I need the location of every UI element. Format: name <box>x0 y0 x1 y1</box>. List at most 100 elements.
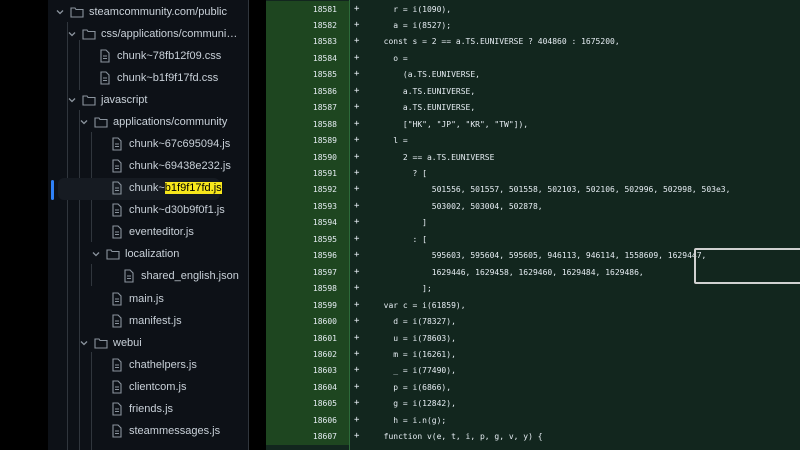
line-number-gutter[interactable]: 18603 <box>266 362 349 379</box>
tree-file-item[interactable]: eventeditor.js <box>48 222 248 244</box>
tree-file-item[interactable]: clientcom.js <box>48 377 248 399</box>
tree-file-item[interactable]: chathelpers.js <box>48 355 248 377</box>
chevron-down-icon[interactable] <box>68 95 76 103</box>
chevron-down-icon[interactable] <box>92 249 100 257</box>
line-number-gutter[interactable]: 18581 <box>266 0 349 17</box>
added-marker: + <box>354 414 360 425</box>
line-number-gutter[interactable]: 18595 <box>266 230 349 248</box>
tree-folder-item[interactable]: css/applications/communi… <box>48 24 248 46</box>
line-number-gutter[interactable]: 18606 <box>266 411 349 429</box>
code-text: 2 == a.TS.EUNIVERSE <box>374 152 495 162</box>
line-number-gutter[interactable]: 18588 <box>266 115 349 133</box>
chevron-down-icon[interactable] <box>80 117 88 125</box>
line-number-gutter[interactable]: 18586 <box>266 82 349 100</box>
diff-line: 18601 + u = i(78603), <box>266 329 800 346</box>
file-icon <box>110 358 124 372</box>
line-number-gutter[interactable]: 18601 <box>266 329 349 346</box>
tree-file-item[interactable]: chunk~b1f9f17fd.js <box>58 178 222 200</box>
added-marker: + <box>354 85 360 96</box>
line-number-gutter[interactable]: 18591 <box>266 165 349 182</box>
line-number: 18601 <box>312 333 337 343</box>
chevron-down-icon[interactable] <box>56 7 64 15</box>
line-number-gutter[interactable]: 18596 <box>266 247 349 264</box>
added-marker: + <box>354 299 360 310</box>
tree-folder-item[interactable]: javascript <box>48 90 248 112</box>
line-number-gutter[interactable]: 18593 <box>266 197 349 215</box>
line-number-gutter[interactable]: 18605 <box>266 395 349 412</box>
tree-file-item[interactable]: chunk~b1f9f17fd.css <box>48 68 248 90</box>
tree-file-item[interactable]: shared_english.json <box>48 266 248 288</box>
chevron-down-icon[interactable] <box>80 338 88 346</box>
diff-line: 18586 + a.TS.EUNIVERSE, <box>266 82 800 100</box>
folder-icon <box>70 5 84 19</box>
added-marker: + <box>354 3 360 14</box>
diff-line: 18581 + r = i(1090), <box>266 0 800 17</box>
line-number-gutter[interactable]: 18594 <box>266 214 349 231</box>
tree-item-label: clientcom.js <box>129 381 187 393</box>
line-number: 18606 <box>312 415 337 425</box>
code-text: m = i(16261), <box>374 349 456 359</box>
line-number: 18596 <box>312 251 337 261</box>
chevron-down-icon[interactable] <box>68 29 76 37</box>
tree-file-item[interactable]: friends.js <box>48 399 248 421</box>
line-number-gutter[interactable]: 18587 <box>266 99 349 116</box>
code-text: 595603, 595604, 595605, 946113, 946114, … <box>374 251 707 261</box>
tree-item-label: friends.js <box>129 403 174 415</box>
line-number: 18603 <box>312 366 337 376</box>
tree-file-item[interactable]: manifest.js <box>48 311 248 333</box>
code-text: const s = 2 == a.TS.EUNIVERSE ? 404860 :… <box>374 37 620 47</box>
highlight-callout-box <box>694 248 800 284</box>
line-number-gutter[interactable]: 18584 <box>266 49 349 67</box>
line-number: 18583 <box>312 37 337 47</box>
file-icon <box>110 314 124 328</box>
line-number-gutter[interactable]: 18592 <box>266 181 349 198</box>
line-number-gutter[interactable]: 18590 <box>266 148 349 166</box>
line-number-gutter[interactable]: 18589 <box>266 132 349 149</box>
line-number-gutter[interactable]: 18607 <box>266 428 349 445</box>
added-marker: + <box>354 217 360 228</box>
tree-folder-item[interactable]: applications/community <box>48 112 248 134</box>
tree-folder-item[interactable]: webui <box>48 333 248 355</box>
diff-view: 18581 + r = i(1090), 18582 + a = i(8527); 18… <box>266 0 800 450</box>
line-number-gutter[interactable]: 18585 <box>266 66 349 83</box>
line-number-gutter[interactable]: 18582 <box>266 16 349 34</box>
line-number-gutter[interactable]: 18599 <box>266 296 349 314</box>
tree-item-label: shared_english.json <box>141 270 239 282</box>
added-marker: + <box>354 19 360 30</box>
line-number-gutter[interactable]: 18598 <box>266 280 349 297</box>
code-text: u = i(78603), <box>374 333 456 343</box>
code-text: 501556, 501557, 501558, 502103, 502106, … <box>374 185 731 195</box>
added-marker: + <box>354 200 360 211</box>
line-number: 18584 <box>312 53 337 63</box>
diff-line: 18592 + 501556, 501557, 501558, 502103, 5… <box>266 181 800 198</box>
line-number-gutter[interactable]: 18583 <box>266 33 349 50</box>
tree-file-item[interactable]: main.js <box>48 289 248 311</box>
tree-file-item[interactable]: chunk~78fb12f09.css <box>48 46 248 68</box>
active-file-marker <box>51 180 54 200</box>
line-number: 18586 <box>312 86 337 96</box>
line-number-gutter[interactable]: 18597 <box>266 263 349 281</box>
line-number: 18593 <box>312 201 337 211</box>
tree-file-item[interactable]: chunk~69438e232.js <box>48 156 248 178</box>
line-number: 18595 <box>312 234 337 244</box>
file-icon <box>110 181 124 195</box>
diff-line: 18585 + (a.TS.EUNIVERSE, <box>266 66 800 83</box>
line-number-gutter[interactable]: 18602 <box>266 345 349 363</box>
tree-folder-item[interactable]: localization <box>48 244 248 266</box>
diff-line: 18591 + ? [ <box>266 165 800 182</box>
tree-file-item[interactable]: steammessages.js <box>48 421 248 443</box>
diff-line: 18582 + a = i(8527); <box>266 16 800 34</box>
added-marker: + <box>354 233 360 244</box>
line-number-gutter[interactable]: 18604 <box>266 378 349 396</box>
tree-folder-item[interactable]: steamcommunity.com/public <box>48 2 248 24</box>
line-number-gutter[interactable]: 18600 <box>266 313 349 330</box>
tree-file-item[interactable]: chunk~d30b9f0f1.js <box>48 200 248 222</box>
tree-file-item[interactable]: chunk~67c695094.js <box>48 134 248 156</box>
line-number: 18591 <box>312 169 337 178</box>
added-marker: + <box>354 283 360 294</box>
code-text: ]; <box>374 284 432 294</box>
line-number: 18587 <box>312 103 337 113</box>
code-text: o = <box>374 53 408 63</box>
tree-item-label: main.js <box>129 293 164 305</box>
code-text: (a.TS.EUNIVERSE, <box>374 70 480 80</box>
